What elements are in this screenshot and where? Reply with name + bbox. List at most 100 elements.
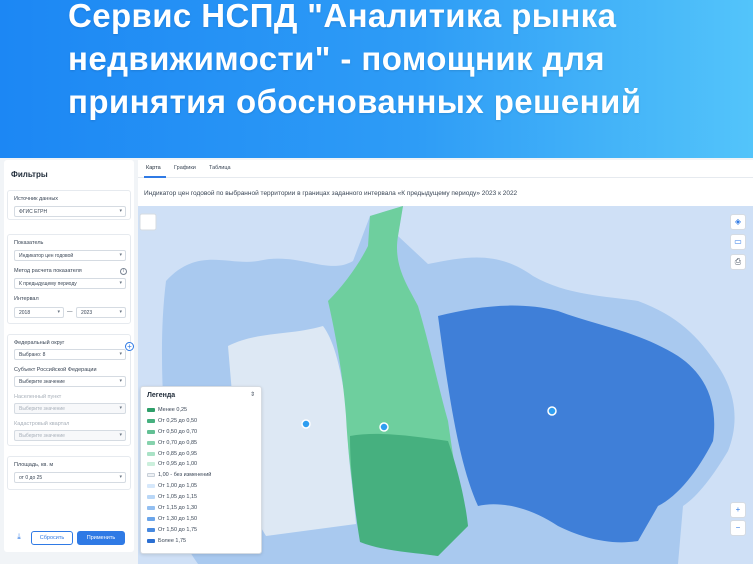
legend-swatch bbox=[147, 451, 155, 456]
legend-item-label: От 0,85 до 0,95 bbox=[158, 450, 198, 457]
legend-swatch bbox=[147, 462, 155, 467]
legend-item-label: От 1,50 до 1,75 bbox=[158, 526, 198, 533]
info-icon[interactable]: i bbox=[120, 268, 127, 275]
legend-swatch bbox=[147, 473, 155, 478]
map-marker[interactable] bbox=[379, 422, 389, 432]
source-card: Источник данных ФГИС ЕГРН ▾ bbox=[7, 190, 131, 220]
legend-item: От 1,05 до 1,15 bbox=[147, 492, 259, 503]
chevron-down-icon: ▾ bbox=[119, 405, 122, 411]
ruler-icon[interactable]: ▭ bbox=[730, 234, 746, 250]
subject-placeholder: Выберите значение bbox=[19, 379, 65, 385]
headline: Сервис НСПД "Аналитика рынка недвижимост… bbox=[68, 0, 642, 120]
subject-select[interactable]: Выберите значение ▾ bbox=[14, 376, 126, 387]
legend-item: 1,00 - без изменений bbox=[147, 470, 259, 481]
legend-swatch bbox=[147, 408, 155, 412]
locality-select: Выберите значение ▾ bbox=[14, 403, 126, 414]
layers-icon[interactable]: ◈ bbox=[730, 214, 746, 230]
legend-item: От 0,25 до 0,50 bbox=[147, 416, 259, 427]
map-view[interactable]: ◈ ▭ ⎙ + − Легенда ⇕ Менее 0,25 От 0,25 до… bbox=[138, 206, 753, 564]
district-label: Федеральный округ bbox=[14, 340, 65, 346]
print-icon[interactable]: ⎙ bbox=[730, 254, 746, 270]
source-value: ФГИС ЕГРН bbox=[19, 209, 48, 215]
area-select[interactable]: от 0 до 25 ▾ bbox=[14, 472, 126, 483]
legend-swatch bbox=[147, 506, 155, 511]
zoom-out-button[interactable]: − bbox=[730, 520, 746, 536]
legend-title: Легенда bbox=[147, 392, 176, 399]
legend-item: От 1,30 до 1,50 bbox=[147, 514, 259, 525]
map-subtitle: Индикатор цен годовой по выбранной терри… bbox=[144, 190, 518, 197]
legend-item: От 0,85 до 0,95 bbox=[147, 449, 259, 460]
tab-charts[interactable]: Графики bbox=[174, 165, 196, 171]
legend-item: Более 1,75 bbox=[147, 536, 259, 547]
chevron-down-icon: ▾ bbox=[119, 378, 122, 384]
quarter-placeholder: Выберите значение bbox=[19, 433, 65, 439]
map-fullscreen-box[interactable] bbox=[139, 213, 157, 231]
chevron-down-icon: ▾ bbox=[119, 351, 122, 357]
legend-item: От 0,50 до 0,70 bbox=[147, 427, 259, 438]
apply-button[interactable]: Применить bbox=[77, 531, 125, 545]
legend-swatch bbox=[147, 538, 155, 543]
legend-swatch bbox=[147, 495, 155, 500]
legend-panel: Легенда ⇕ Менее 0,25 От 0,25 до 0,50 От 0,… bbox=[140, 386, 262, 554]
district-value: Выбрано: 8 bbox=[19, 352, 46, 358]
legend-item: От 1,50 до 1,75 bbox=[147, 525, 259, 536]
locality-placeholder: Выберите значение bbox=[19, 406, 65, 412]
tab-map[interactable]: Карта bbox=[146, 165, 161, 171]
method-value: К предыдущему периоду bbox=[19, 281, 77, 287]
legend-item-label: От 0,25 до 0,50 bbox=[158, 417, 198, 424]
legend-list: Менее 0,25 От 0,25 до 0,50 От 0,50 до 0,70… bbox=[147, 405, 259, 547]
legend-item-label: От 0,95 до 1,00 bbox=[158, 461, 198, 468]
chevron-down-icon: ▾ bbox=[119, 309, 122, 315]
method-select[interactable]: К предыдущему периоду ▾ bbox=[14, 278, 126, 289]
region-siberia-south[interactable] bbox=[350, 433, 468, 556]
territory-card: Федеральный округ Выбрано: 8 ▾ Субъект Р… bbox=[7, 334, 131, 446]
area-label: Площадь, кв. м bbox=[14, 462, 54, 468]
source-select[interactable]: ФГИС ЕГРН ▾ bbox=[14, 206, 126, 217]
area-value: от 0 до 25 bbox=[19, 475, 43, 481]
zoom-in-button[interactable]: + bbox=[730, 502, 746, 518]
filters-sidebar: Фильтры Источник данных ФГИС ЕГРН ▾ Пока… bbox=[4, 160, 134, 552]
source-label: Источник данных bbox=[14, 196, 59, 202]
indicator-card: Показатель Индикатор цен годовой ▾ Метод… bbox=[7, 234, 131, 324]
add-district-icon[interactable]: + bbox=[125, 342, 134, 351]
area-card: Площадь, кв. м от 0 до 25 ▾ bbox=[7, 456, 131, 490]
subject-label: Субъект Российской Федерации bbox=[14, 367, 97, 373]
chevron-updown-icon[interactable]: ⇕ bbox=[250, 391, 255, 398]
legend-swatch bbox=[147, 516, 155, 521]
legend-item: От 1,00 до 1,05 bbox=[147, 481, 259, 492]
reset-button[interactable]: Сбросить bbox=[31, 531, 73, 545]
quarter-select: Выберите значение ▾ bbox=[14, 430, 126, 441]
indicator-value: Индикатор цен годовой bbox=[19, 253, 74, 259]
legend-item: От 0,95 до 1,00 bbox=[147, 459, 259, 470]
legend-item: От 0,70 до 0,85 bbox=[147, 438, 259, 449]
interval-from-select[interactable]: 2018 ▾ bbox=[14, 307, 64, 318]
legend-item-label: От 0,70 до 0,85 bbox=[158, 439, 198, 446]
app-screen: Фильтры Источник данных ФГИС ЕГРН ▾ Пока… bbox=[0, 158, 753, 564]
legend-swatch bbox=[147, 440, 155, 445]
legend-item-label: От 1,05 до 1,15 bbox=[158, 494, 198, 501]
district-select[interactable]: Выбрано: 8 ▾ bbox=[14, 349, 126, 360]
chevron-down-icon: ▾ bbox=[119, 208, 122, 214]
legend-swatch bbox=[147, 527, 155, 532]
indicator-label: Показатель bbox=[14, 240, 44, 246]
legend-item: Менее 0,25 bbox=[147, 405, 259, 416]
interval-label: Интервал bbox=[14, 296, 39, 302]
chevron-down-icon: ▾ bbox=[119, 252, 122, 258]
filters-title: Фильтры bbox=[11, 170, 48, 179]
legend-item-label: Более 1,75 bbox=[158, 537, 187, 544]
legend-swatch bbox=[147, 429, 155, 434]
indicator-select[interactable]: Индикатор цен годовой ▾ bbox=[14, 250, 126, 261]
chevron-down-icon: ▾ bbox=[57, 309, 60, 315]
interval-to-select[interactable]: 2023 ▾ bbox=[76, 307, 126, 318]
interval-separator: — bbox=[67, 309, 73, 315]
map-marker[interactable] bbox=[301, 419, 311, 429]
chevron-down-icon: ▾ bbox=[119, 280, 122, 286]
quarter-label: Кадастровый квартал bbox=[14, 421, 70, 427]
map-marker[interactable] bbox=[547, 406, 557, 416]
legend-item: От 1,15 до 1,30 bbox=[147, 503, 259, 514]
legend-swatch bbox=[147, 418, 155, 423]
download-icon[interactable]: ⤓ bbox=[12, 531, 26, 545]
legend-item-label: От 1,00 до 1,05 bbox=[158, 483, 198, 490]
chevron-down-icon: ▾ bbox=[119, 432, 122, 438]
tab-table[interactable]: Таблица bbox=[209, 165, 231, 171]
